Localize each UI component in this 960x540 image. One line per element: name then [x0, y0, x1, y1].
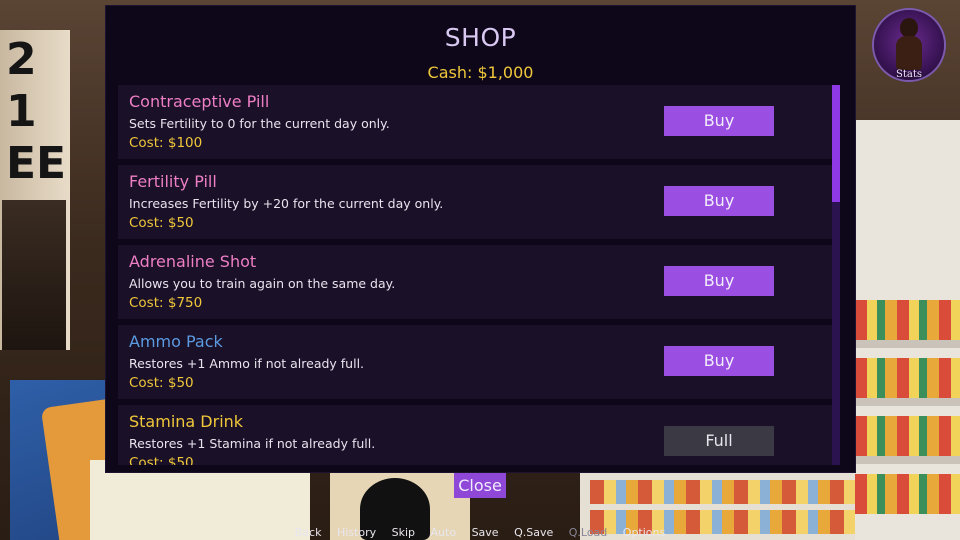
quick-menu-qsave[interactable]: Q.Save: [514, 526, 553, 539]
full-button: Full: [664, 426, 774, 456]
door-poster: 2 1 EE: [0, 30, 70, 350]
item-description: Restores +1 Ammo if not already full.: [129, 356, 365, 371]
quick-menu-auto[interactable]: Auto: [431, 526, 457, 539]
door-letters: EE: [6, 138, 67, 189]
quick-menu-qload: Q.Load: [568, 526, 608, 539]
shop-item-list[interactable]: Contraceptive Pill Sets Fertility to 0 f…: [118, 85, 832, 465]
item-cost: Cost: $750: [129, 295, 203, 311]
item-description: Increases Fertility by +20 for the curre…: [129, 196, 444, 211]
item-description: Sets Fertility to 0 for the current day …: [129, 116, 390, 131]
stats-label: Stats: [896, 69, 922, 80]
item-cost: Cost: $50: [129, 375, 194, 391]
door-digit-2: 2: [6, 34, 37, 85]
scrollbar-thumb[interactable]: [832, 85, 840, 202]
buy-button[interactable]: Buy: [664, 106, 774, 136]
shop-item-fertility-pill: Fertility Pill Increases Fertility by +2…: [118, 165, 832, 239]
item-description: Allows you to train again on the same da…: [129, 276, 396, 291]
shop-item-stamina-drink: Stamina Drink Restores +1 Stamina if not…: [118, 405, 832, 465]
quick-menu-skip[interactable]: Skip: [392, 526, 415, 539]
shelf-ledge: [855, 456, 960, 464]
item-cost: Cost: $50: [129, 215, 194, 231]
quick-menu: Back History Skip Auto Save Q.Save Q.Loa…: [0, 526, 960, 540]
shelf-row: [855, 416, 960, 456]
shelf-ledge: [855, 398, 960, 406]
cash-display: Cash: $1,000: [427, 63, 534, 82]
shop-item-adrenaline-shot: Adrenaline Shot Allows you to train agai…: [118, 245, 832, 319]
character-portrait: [900, 18, 918, 38]
right-shelves: [855, 120, 960, 540]
door-digit-1: 1: [6, 86, 37, 137]
quick-menu-options[interactable]: Options: [623, 526, 665, 539]
close-button[interactable]: Close: [454, 473, 506, 498]
shop-scrollbar[interactable]: [832, 85, 840, 465]
item-name: Contraceptive Pill: [129, 92, 270, 111]
shelf-row: [855, 474, 960, 514]
item-name: Ammo Pack: [129, 332, 223, 351]
quick-menu-back[interactable]: Back: [295, 526, 322, 539]
shop-item-ammo-pack: Ammo Pack Restores +1 Ammo if not alread…: [118, 325, 832, 399]
shelf-row: [855, 358, 960, 398]
shelf-row: [590, 480, 855, 504]
drink-poster: [2, 200, 66, 350]
quick-menu-history[interactable]: History: [337, 526, 376, 539]
item-name: Adrenaline Shot: [129, 252, 257, 271]
buy-button[interactable]: Buy: [664, 346, 774, 376]
buy-button[interactable]: Buy: [664, 266, 774, 296]
item-name: Stamina Drink: [129, 412, 244, 431]
item-description: Restores +1 Stamina if not already full.: [129, 436, 376, 451]
item-name: Fertility Pill: [129, 172, 217, 191]
shelf-ledge: [855, 340, 960, 348]
shop-dialog: SHOP Cash: $1,000 Contraceptive Pill Set…: [106, 6, 855, 472]
shop-title: SHOP: [444, 23, 517, 52]
buy-button[interactable]: Buy: [664, 186, 774, 216]
shop-item-contraceptive-pill: Contraceptive Pill Sets Fertility to 0 f…: [118, 85, 832, 159]
shelf-row: [855, 300, 960, 340]
character-body: [896, 36, 922, 70]
item-cost: Cost: $50: [129, 455, 194, 465]
quick-menu-save[interactable]: Save: [472, 526, 499, 539]
item-cost: Cost: $100: [129, 135, 203, 151]
stats-button[interactable]: Stats: [870, 6, 948, 84]
